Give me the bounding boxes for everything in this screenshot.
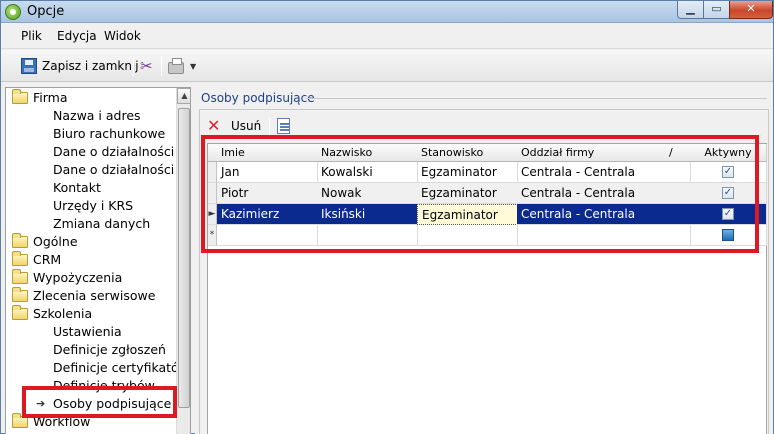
tree-item-label: Definicje certyfikatów [53,360,189,375]
print-button[interactable]: ▼ [168,55,196,77]
tree-scrollbar[interactable]: ▲ [176,88,190,434]
tree-item-label: Ustawienia [53,324,122,339]
toolbar-separator [269,118,270,136]
group-divider [305,98,767,99]
tools-button[interactable]: ✂ [140,55,153,77]
save-icon [21,58,37,74]
edit-icon[interactable] [277,118,290,134]
tree-item-label: Wypożyczenia [33,270,123,285]
printer-icon [168,57,184,74]
folder-open-icon [12,89,28,104]
toolbar-separator [161,56,162,76]
maximize-button[interactable]: ▭ [703,1,730,19]
tree-item-label: Zlecenia serwisowe [33,288,156,303]
highlight-box-tree [22,386,177,418]
tree-item-label: Ogólne [33,234,78,249]
tree-item-label: Urzędy i KRS [53,198,134,213]
tree-item-label: Definicje zgłoszeń [53,342,166,357]
tools-icon: ✂ [140,57,153,75]
tree-item-label: Dane o działalności [53,144,175,159]
save-and-close-button[interactable]: Zapisz i zamknij [21,55,139,77]
tree-item-label: Nazwa i adres [53,108,141,123]
delete-icon: ✕ [207,116,221,135]
chevron-down-icon[interactable]: ▼ [190,62,196,71]
folder-icon [12,251,28,266]
tree-item-label: Dane o działalności [53,162,175,177]
options-tree[interactable]: Firma Nazwa i adres Biuro rachunkowe Dan… [5,87,191,434]
tree-item-label: Kontakt [53,180,101,195]
menu-widok[interactable]: Widok [104,29,141,43]
window-title: Opcje [27,4,65,19]
toolbar-separator [133,56,134,76]
menu-edycja[interactable]: Edycja [57,29,97,43]
scrollbar-thumb[interactable] [178,108,190,408]
tree-item-label: CRM [33,252,62,267]
tree-item-label: Zmiana danych [53,216,151,231]
menu-plik[interactable]: Plik [21,29,42,43]
tree-item-label: Firma [33,90,68,105]
folder-icon [12,233,28,248]
highlight-box-grid [201,135,759,253]
folder-icon [12,269,28,284]
delete-label: Usuń [231,119,262,133]
toolbar: Zapisz i zamknij ✂ ▼ [1,50,773,82]
menu-bar: Plik Edycja Widok [1,24,773,49]
tree-item-label: Biuro rachunkowe [53,126,166,141]
app-icon [5,4,21,20]
scroll-up-arrow-icon[interactable]: ▲ [177,88,190,104]
panel-title: Osoby podpisujące [201,91,315,105]
minimize-button[interactable]: ▁ [677,1,704,19]
folder-open-icon [12,305,28,320]
folder-icon [12,287,28,302]
tree-item-label: Szkolenia [33,306,93,321]
save-and-close-label: Zapisz i zamknij [42,59,139,73]
title-bar[interactable]: Opcje ▁ ▭ ✕ [1,1,773,23]
close-button[interactable]: ✕ [729,1,773,19]
options-window: Opcje ▁ ▭ ✕ Plik Edycja Widok Zapisz i z… [0,0,774,434]
